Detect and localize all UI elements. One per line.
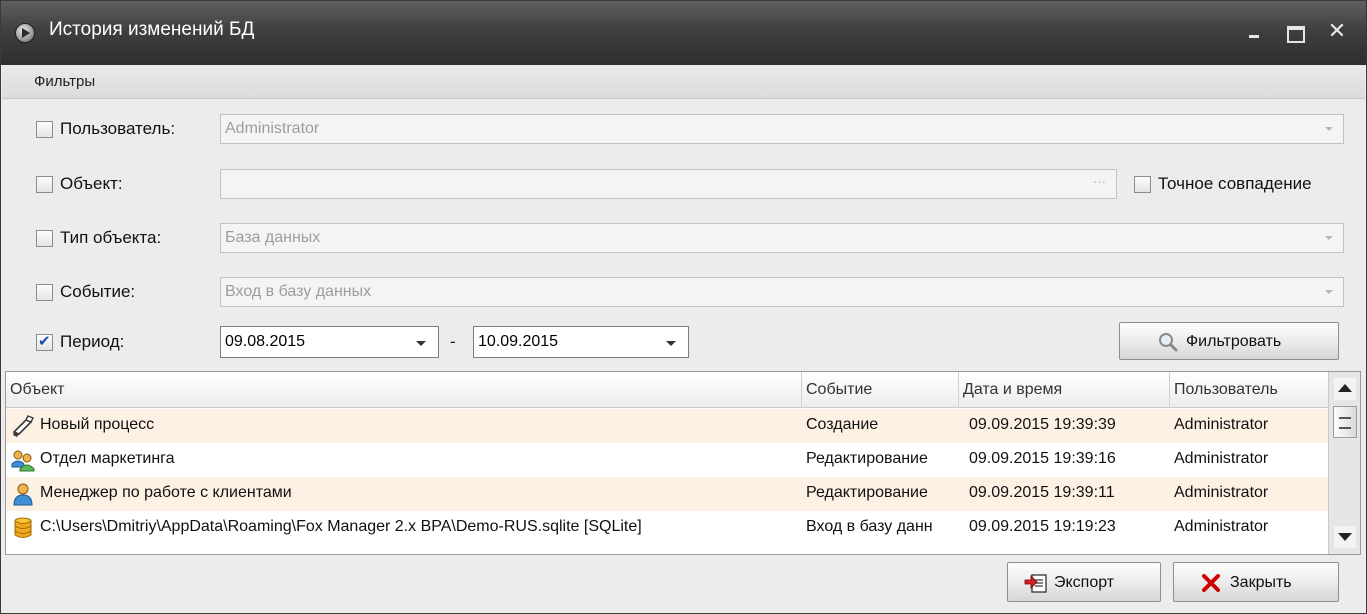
event-select-value: Вход в базу данных — [225, 283, 372, 300]
cell-datetime: 09.09.2015 19:19:23 — [969, 518, 1116, 535]
chevron-down-icon[interactable] — [1325, 127, 1333, 131]
cell-event: Создание — [806, 416, 879, 433]
cell-user: Administrator — [1174, 416, 1269, 433]
department-icon — [11, 450, 35, 472]
database-icon — [14, 517, 32, 538]
export-icon — [1024, 574, 1047, 593]
ellipsis-button[interactable]: ··· — [1093, 174, 1106, 189]
exact-match-label: Точное совпадение — [1158, 174, 1312, 193]
user-select-value: Administrator — [225, 120, 320, 137]
export-button[interactable]: Экспорт — [1007, 562, 1161, 602]
period-from-date-picker[interactable]: 09.08.2015 — [220, 326, 439, 358]
cell-object: Менеджер по работе с клиентами — [40, 484, 292, 501]
search-icon — [1159, 333, 1178, 352]
period-from-value: 09.08.2015 — [225, 333, 306, 350]
column-header-user[interactable]: Пользователь — [1170, 372, 1328, 408]
cell-user: Administrator — [1174, 518, 1269, 535]
user-filter-label: Пользователь: — [60, 119, 176, 138]
period-to-value: 10.09.2015 — [478, 333, 559, 350]
scroll-up-icon[interactable] — [1334, 378, 1356, 400]
user-select[interactable]: Administrator — [220, 114, 1344, 144]
cell-event: Редактирование — [806, 484, 928, 501]
event-filter-checkbox[interactable] — [36, 284, 53, 301]
period-separator: - — [450, 332, 456, 351]
cell-user: Administrator — [1174, 450, 1269, 467]
table-row[interactable]: C:\Users\Dmitriy\AppData\Roaming\Fox Man… — [6, 511, 1328, 545]
close-icon — [1202, 574, 1220, 592]
grid-header: Объект Событие Дата и время Пользователь — [6, 372, 1328, 408]
process-icon — [12, 415, 34, 437]
history-window: История изменений БД ✕ Фильтры Пользоват… — [0, 0, 1367, 614]
chevron-down-icon[interactable] — [416, 341, 426, 346]
chevron-down-icon[interactable] — [1325, 236, 1333, 240]
period-to-date-picker[interactable]: 10.09.2015 — [473, 326, 689, 358]
minimize-button[interactable] — [1241, 17, 1269, 45]
close-button-label: Закрыть — [1230, 574, 1292, 591]
object-type-filter-label: Тип объекта: — [60, 228, 162, 247]
employee-icon — [13, 483, 33, 506]
exact-match-checkbox[interactable] — [1134, 176, 1151, 193]
column-header-event[interactable]: Событие — [802, 372, 959, 408]
period-filter-checkbox[interactable] — [36, 332, 53, 351]
column-header-datetime[interactable]: Дата и время — [959, 372, 1170, 408]
cell-event: Редактирование — [806, 450, 928, 467]
cell-user: Administrator — [1174, 484, 1269, 501]
table-row[interactable]: Менеджер по работе с клиентами Редактиро… — [6, 477, 1328, 511]
cell-datetime: 09.09.2015 19:39:39 — [969, 416, 1116, 433]
grid-scrollbar[interactable] — [1328, 372, 1360, 554]
filters-section-header[interactable]: Фильтры — [2, 65, 1365, 99]
title-bar[interactable]: История изменений БД ✕ — [1, 1, 1366, 65]
cell-event: Вход в базу данн — [806, 518, 933, 535]
user-filter-checkbox[interactable] — [36, 121, 53, 138]
scroll-down-icon[interactable] — [1334, 526, 1356, 548]
table-row[interactable]: Отдел маркетинга Редактирование 09.09.20… — [6, 443, 1328, 477]
object-type-filter-checkbox[interactable] — [36, 230, 53, 247]
table-row[interactable]: Новый процесс Создание 09.09.2015 19:39:… — [6, 409, 1328, 443]
filter-button[interactable]: Фильтровать — [1119, 322, 1339, 360]
filters-header-label: Фильтры — [34, 73, 96, 90]
object-filter-label: Объект: — [60, 174, 123, 193]
export-button-label: Экспорт — [1054, 574, 1115, 591]
close-window-button[interactable]: ✕ — [1323, 17, 1351, 45]
column-header-object[interactable]: Объект — [6, 372, 802, 408]
event-select[interactable]: Вход в базу данных — [220, 277, 1344, 307]
object-type-select-value: База данных — [225, 229, 321, 246]
maximize-button[interactable] — [1281, 17, 1309, 45]
event-filter-label: Событие: — [60, 282, 136, 301]
cell-datetime: 09.09.2015 19:39:16 — [969, 450, 1116, 467]
filter-button-label: Фильтровать — [1186, 333, 1282, 350]
object-input[interactable]: ··· — [220, 169, 1117, 199]
close-button[interactable]: Закрыть — [1173, 562, 1339, 602]
scroll-thumb[interactable] — [1333, 406, 1357, 438]
object-filter-checkbox[interactable] — [36, 176, 53, 193]
cell-object: Новый процесс — [40, 416, 155, 433]
cell-object: C:\Users\Dmitriy\AppData\Roaming\Fox Man… — [40, 518, 642, 535]
chevron-down-icon[interactable] — [666, 341, 676, 346]
history-grid[interactable]: Объект Событие Дата и время Пользователь… — [5, 371, 1361, 555]
period-filter-label: Период: — [60, 332, 125, 351]
app-icon — [15, 23, 35, 43]
cell-datetime: 09.09.2015 19:39:11 — [969, 484, 1115, 501]
object-type-select[interactable]: База данных — [220, 223, 1344, 253]
window-title: История изменений БД — [49, 19, 255, 40]
chevron-down-icon[interactable] — [1325, 290, 1333, 294]
cell-object: Отдел маркетинга — [40, 450, 175, 467]
